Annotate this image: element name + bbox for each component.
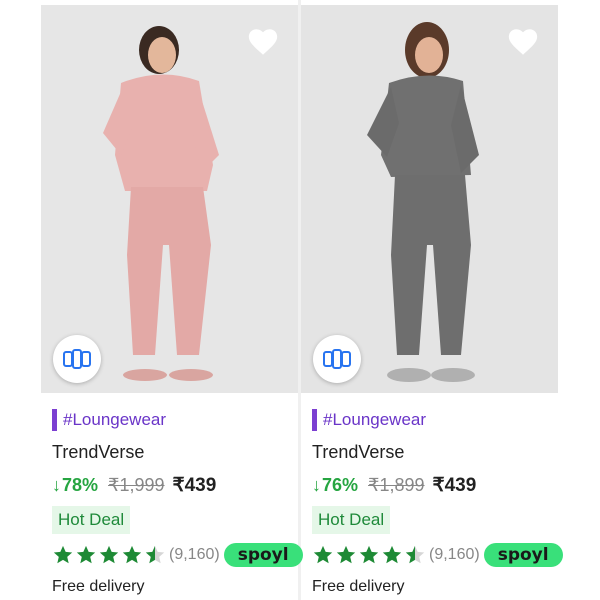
price-row: ↓ 76% ₹1,899 ₹439	[312, 472, 558, 498]
discount-percent: 76%	[322, 474, 359, 495]
tag-label: #Loungewear	[323, 410, 427, 429]
selling-price: ₹439	[172, 474, 217, 496]
rating-row: (9,160) spoyl	[52, 542, 303, 568]
rating-count: (9,160)	[169, 546, 220, 563]
product-card[interactable]: #Loungewear TrendVerse ↓ 78% ₹1,999 ₹439…	[0, 0, 303, 600]
star-half-icon	[405, 545, 425, 564]
down-arrow-icon: ↓	[52, 474, 61, 495]
heart-outline-icon[interactable]	[246, 25, 280, 59]
rating-row: (9,160) spoyl	[312, 542, 563, 568]
product-image[interactable]	[301, 5, 558, 393]
original-price: ₹1,999	[108, 474, 165, 495]
star-full-icon	[382, 545, 402, 564]
star-full-icon	[359, 545, 379, 564]
category-tag[interactable]: #Loungewear	[52, 408, 298, 432]
spoyl-badge[interactable]: spoyl	[483, 543, 563, 567]
product-grid: #Loungewear TrendVerse ↓ 78% ₹1,999 ₹439…	[0, 0, 600, 600]
delivery-info: Free delivery	[312, 578, 405, 595]
tag-bar	[312, 409, 317, 431]
brand-name: TrendVerse	[312, 442, 405, 462]
delivery-info: Free delivery	[52, 578, 145, 595]
star-full-icon	[99, 545, 119, 564]
similar-products-icon	[63, 349, 91, 369]
hot-deal-badge: Hot Deal	[52, 506, 131, 534]
product-info: #Loungewear TrendVerse ↓ 76% ₹1,899 ₹439…	[312, 408, 563, 598]
product-card[interactable]: #Loungewear TrendVerse ↓ 76% ₹1,899 ₹439…	[301, 0, 599, 600]
selling-price: ₹439	[432, 474, 477, 496]
star-full-icon	[336, 545, 356, 564]
original-price: ₹1,899	[368, 474, 425, 495]
hot-deal-badge: Hot Deal	[312, 506, 391, 534]
tag-label: #Loungewear	[63, 410, 167, 429]
star-rating	[312, 544, 427, 566]
star-rating	[52, 544, 167, 566]
price-row: ↓ 78% ₹1,999 ₹439	[52, 472, 298, 498]
tag-bar	[52, 409, 57, 431]
star-full-icon	[76, 545, 96, 564]
product-image[interactable]	[41, 5, 298, 393]
star-full-icon	[53, 545, 73, 564]
star-half-icon	[145, 545, 165, 564]
spoyl-badge[interactable]: spoyl	[223, 543, 303, 567]
similar-products-button[interactable]	[53, 335, 101, 383]
rating-count: (9,160)	[429, 546, 480, 563]
similar-products-icon	[323, 349, 351, 369]
brand-name: TrendVerse	[52, 442, 145, 462]
down-arrow-icon: ↓	[312, 474, 321, 495]
heart-outline-icon[interactable]	[506, 25, 540, 59]
star-full-icon	[313, 545, 333, 564]
category-tag[interactable]: #Loungewear	[312, 408, 558, 432]
discount-percent: 78%	[62, 474, 99, 495]
product-info: #Loungewear TrendVerse ↓ 78% ₹1,999 ₹439…	[52, 408, 303, 598]
similar-products-button[interactable]	[313, 335, 361, 383]
star-full-icon	[122, 545, 142, 564]
